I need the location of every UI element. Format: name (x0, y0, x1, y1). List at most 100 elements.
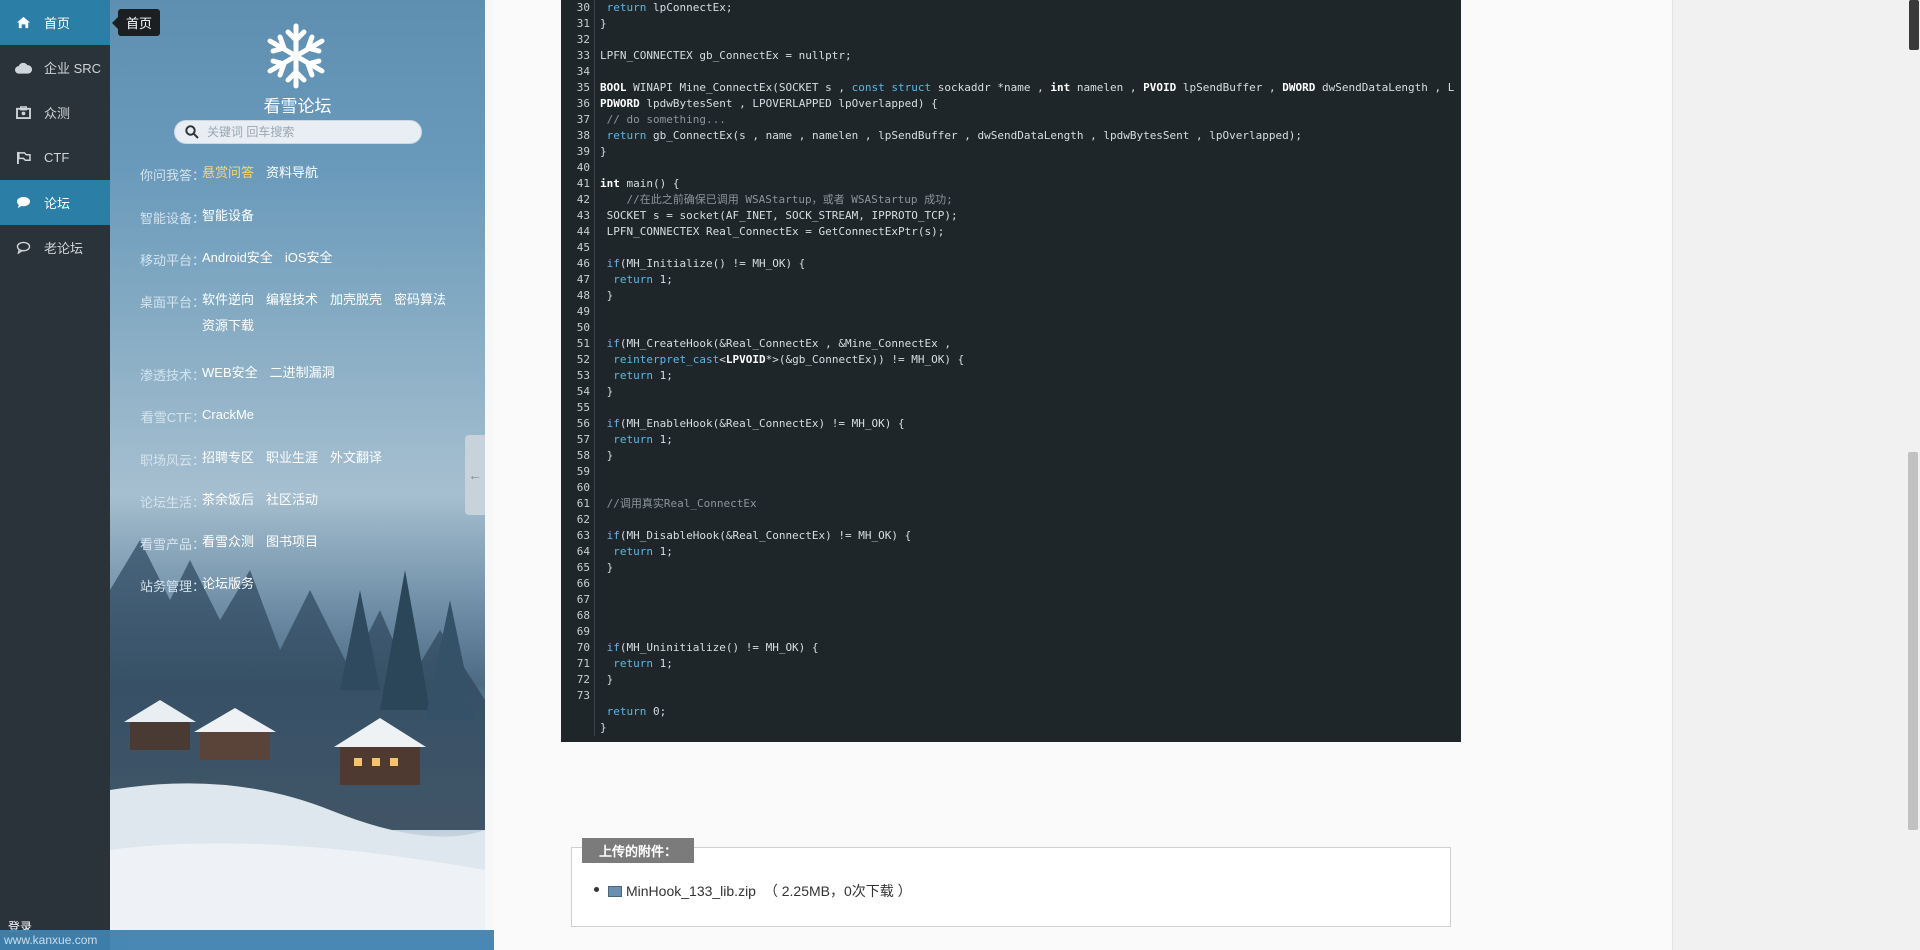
line-numbers: 30 31 32 33 34 35 36 37 38 39 40 41 42 43 44 45 46 47 48 49… (561, 0, 594, 736)
search-icon (185, 125, 199, 139)
category-row: 移动平台： Android安全 iOS安全 (130, 250, 462, 271)
nav-item-3[interactable]: CTF (0, 135, 110, 180)
line-number: 63 (576, 529, 590, 542)
category-key: 职场风云 (139, 453, 192, 468)
line-number: 46 (576, 257, 590, 270)
category-link[interactable]: CrackMe (202, 402, 254, 428)
category-link[interactable]: 茶余饭后 (202, 487, 254, 513)
collapse-panel-button[interactable]: ← (465, 435, 485, 515)
line-number: 70 (576, 641, 590, 654)
scrollbar-thumb[interactable] (1908, 452, 1918, 830)
category-link[interactable]: iOS安全 (285, 245, 333, 271)
code-line: return 1; (613, 273, 673, 286)
attachments-title: 上传的附件： (582, 838, 695, 863)
category-link[interactable]: 资料导航 (266, 160, 318, 186)
line-number: 34 (576, 65, 590, 78)
attachment-link[interactable]: MinHook_133_lib.zip (626, 883, 756, 899)
category-link[interactable]: 密码算法 (394, 287, 446, 313)
search-box[interactable] (174, 120, 422, 144)
nav-item-1[interactable]: 企业 SRC (0, 45, 110, 90)
category-link[interactable]: 图书项目 (266, 529, 318, 555)
line-number: 36 (576, 97, 590, 110)
line-number: 64 (576, 545, 590, 558)
code-line: } (600, 721, 607, 734)
category-sep: ： (192, 579, 206, 594)
category-link[interactable]: 社区活动 (266, 487, 318, 513)
line-number: 66 (576, 577, 590, 590)
right-gutter (1672, 0, 1920, 950)
category-link[interactable]: 看雪众测 (202, 529, 254, 555)
category-links: WEB安全 二进制漏洞 (202, 360, 462, 386)
nav-item-4[interactable]: 论坛 (0, 180, 110, 225)
category-link[interactable]: 软件逆向 (202, 287, 254, 313)
category-link[interactable]: 悬赏问答 (202, 160, 254, 186)
category-row: 你问我答：悬赏问答 资料导航 (130, 165, 462, 186)
category-link[interactable]: 外文翻译 (330, 445, 382, 471)
category-link[interactable]: 招聘专区 (202, 445, 254, 471)
category-links: 茶余饭后 社区活动 (202, 487, 462, 513)
code-block: 30 31 32 33 34 35 36 37 38 39 40 41 42 43 44 45 46 47 48 49… (561, 0, 1461, 742)
code-line: //调用真实Real_ConnectEx (606, 497, 757, 510)
line-number: 71 (576, 657, 590, 670)
code-line: PDWORD lpdwBytesSent , LPOVERLAPPED lpOv… (600, 97, 938, 110)
code-line: return 1; (613, 657, 673, 670)
category-key: 论坛生活 (139, 495, 192, 510)
code-line: } (600, 449, 614, 462)
category-link[interactable]: 职业生涯 (266, 445, 318, 471)
category-links: 招聘专区 职业生涯 外文翻译 (202, 445, 462, 471)
line-number: 55 (576, 401, 590, 414)
attachment-meta: （ 2.25MB，0次下载 ） (763, 883, 912, 899)
nav-item-0[interactable]: 首页 (0, 0, 110, 45)
scrollbar-marker (1909, 0, 1919, 50)
line-number: 41 (576, 177, 590, 190)
code-line: if(MH_Initialize() != MH_OK) { (606, 257, 806, 270)
code-line: } (600, 385, 614, 398)
category-link[interactable]: 编程技术 (266, 287, 318, 313)
line-number: 54 (576, 385, 590, 398)
nav-item-2[interactable]: 众测 (0, 90, 110, 135)
category-link[interactable]: 加壳脱壳 (330, 287, 382, 313)
category-link[interactable]: 论坛版务 (202, 571, 254, 597)
briefcase-icon (12, 105, 34, 121)
category-links: Android安全 iOS安全 (202, 245, 462, 271)
line-number (561, 704, 594, 720)
category-sep: ： (192, 537, 206, 552)
attachment-item[interactable]: MinHook_133_lib.zip （ 2.25MB，0次下载 ） (594, 881, 912, 901)
line-number: 49 (576, 305, 590, 318)
code-lines: return lpConnectEx;} LPFN_CONNECTEX gb_Co… (594, 0, 1460, 736)
category-row: 论坛生活：茶余饭后 社区活动 (130, 492, 462, 513)
code-line: return gb_ConnectEx(s , name , namelen ,… (606, 129, 1303, 142)
code-line: int main() { (600, 177, 680, 190)
line-number: 61 (576, 497, 590, 510)
code-line: return 1; (613, 433, 673, 446)
code-line: LPFN_CONNECTEX Real_ConnectEx = GetConne… (600, 225, 945, 238)
category-link[interactable]: 资源下载 (202, 313, 254, 339)
flag-icon (12, 150, 34, 166)
cloud-icon (12, 60, 34, 76)
line-number: 32 (576, 33, 590, 46)
search-input[interactable] (207, 125, 407, 139)
category-key: 看雪产品 (139, 537, 192, 552)
code-line: return 1; (613, 369, 673, 382)
home-icon (12, 15, 34, 31)
code-line: if(MH_Uninitialize() != MH_OK) { (606, 641, 819, 654)
category-link[interactable]: 智能设备 (202, 203, 254, 229)
code-line: SOCKET s = socket(AF_INET, SOCK_STREAM, … (600, 209, 958, 222)
category-links: 论坛版务 (202, 571, 462, 597)
category-link[interactable]: 二进制漏洞 (270, 360, 335, 386)
line-number: 65 (576, 561, 590, 574)
arrow-left-icon: ← (468, 467, 482, 483)
category-row: 看雪CTF： CrackMe (130, 407, 462, 428)
category-link[interactable]: Android安全 (202, 245, 273, 271)
nav-item-5[interactable]: 老论坛 (0, 225, 110, 270)
line-number (561, 720, 594, 736)
line-number: 31 (576, 17, 590, 30)
category-link[interactable]: WEB安全 (202, 360, 258, 386)
line-number: 72 (576, 673, 590, 686)
line-number: 69 (576, 625, 590, 638)
